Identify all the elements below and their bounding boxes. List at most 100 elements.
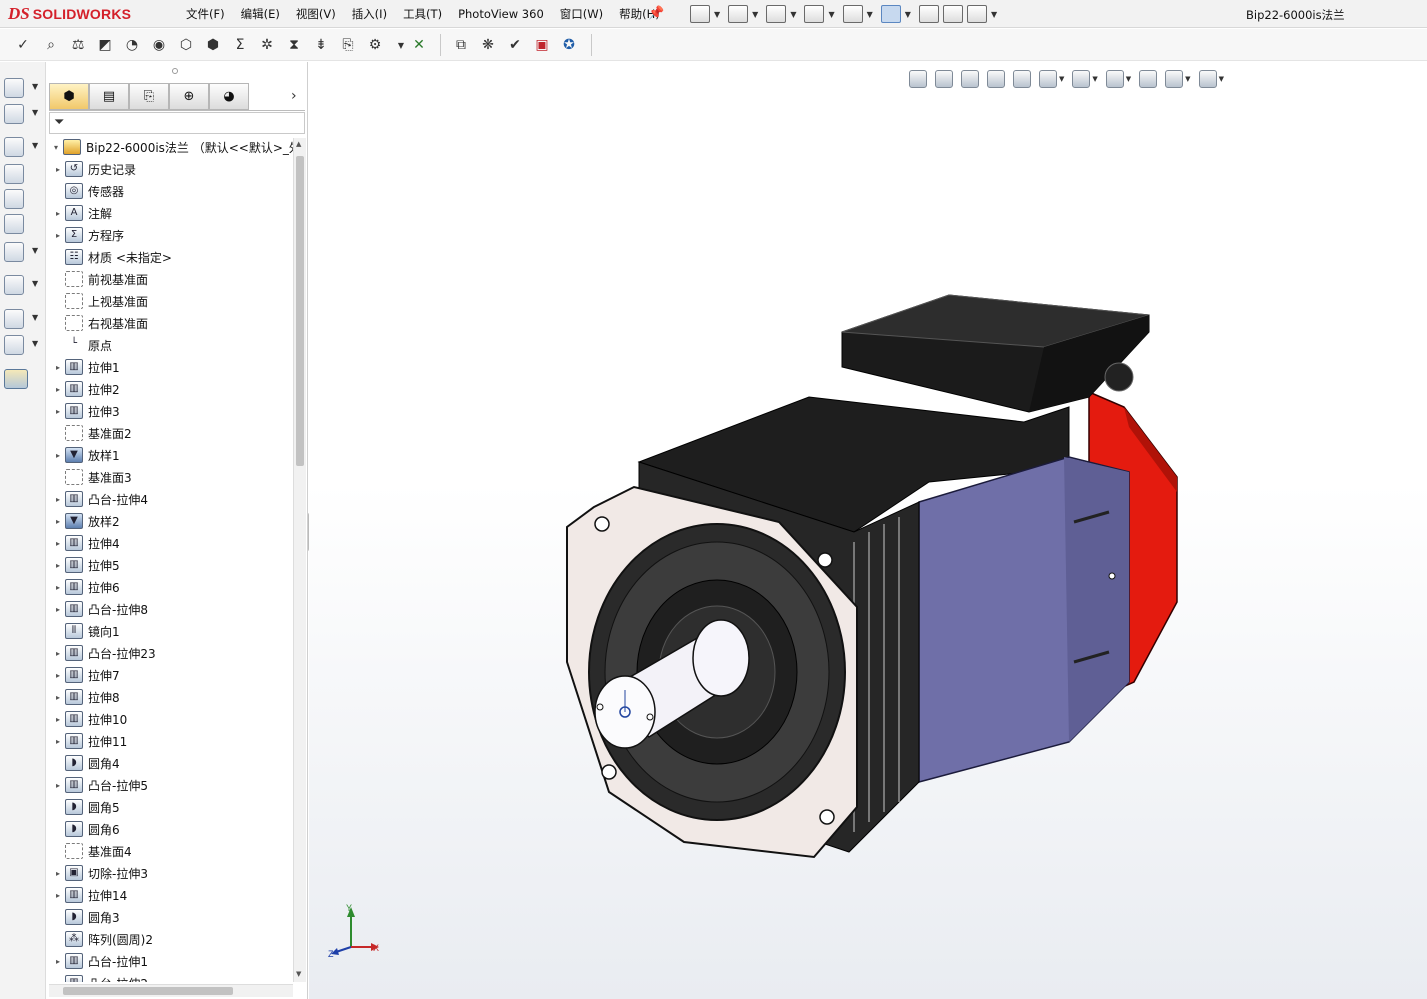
print-icon[interactable] (804, 5, 825, 23)
tree-filter[interactable]: ⏷ (49, 112, 305, 134)
feature-tree-item[interactable]: ◗ 圆角6 (47, 818, 120, 840)
menu-insert[interactable]: 插入(I) (344, 0, 395, 28)
undo-icon[interactable] (842, 5, 863, 23)
expand-caret-icon[interactable]: ▸ (51, 957, 65, 966)
file-properties-icon[interactable] (942, 5, 963, 23)
expand-caret-icon[interactable]: ▸ (51, 517, 65, 526)
expand-caret-icon[interactable]: ▸ (51, 165, 65, 174)
feature-tree-item[interactable]: ▸ ▥ 凸台-拉伸1 (47, 950, 148, 972)
chevron-down-icon[interactable]: ▼ (991, 10, 997, 19)
feature-tree-item[interactable]: ▸ ↺ 历史记录 (47, 158, 136, 180)
motor-model[interactable]: Y X Z (309, 62, 1427, 999)
rebuild-icon[interactable] (918, 5, 939, 23)
expand-caret-icon[interactable]: ▸ (51, 451, 65, 460)
chevron-down-icon[interactable]: ▼ (905, 10, 911, 19)
expand-caret-icon[interactable]: ▸ (51, 781, 65, 790)
feature-tree-item[interactable]: ▸ Σ 方程序 (47, 224, 124, 246)
expand-caret-icon[interactable]: ▸ (51, 385, 65, 394)
feature-tree-item[interactable]: ▸▥ 凸台-拉伸2 (47, 972, 148, 982)
dimxpert-icon[interactable] (4, 275, 24, 295)
chevron-down-icon[interactable]: ▼ (32, 279, 38, 288)
solidworks-logo[interactable]: DS SOLIDWORKS (8, 3, 150, 25)
spell-check-icon[interactable]: ✓ (12, 34, 34, 56)
feature-tree-item[interactable]: 上视基准面 (47, 290, 148, 312)
feature-tree-item[interactable]: ▸ ▥ 凸台-拉伸23 (47, 642, 156, 664)
feature-tree-item[interactable]: ▸ ▥ 拉伸2 (47, 378, 120, 400)
feature-tree-item[interactable]: ⫴ 镜向1 (47, 620, 120, 642)
draft-analysis-icon[interactable]: ⧗ (283, 34, 305, 56)
open-icon[interactable] (728, 5, 749, 23)
features-icon[interactable] (4, 78, 24, 98)
feature-tree-item[interactable]: ▸ ▥ 拉伸4 (47, 532, 120, 554)
expand-caret-icon[interactable]: ▸ (51, 561, 65, 570)
feature-tree-item[interactable]: 基准面3 (47, 466, 132, 488)
chevron-down-icon[interactable]: ▼ (752, 10, 758, 19)
feature-tree-item[interactable]: 前视基准面 (47, 268, 148, 290)
feature-tree-item[interactable]: ▸ ▥ 拉伸11 (47, 730, 127, 752)
chevron-down-icon[interactable]: ▼ (32, 82, 38, 91)
chevron-down-icon[interactable]: ▼ (714, 10, 720, 19)
chevron-down-icon[interactable]: ▼ (32, 246, 38, 255)
graphics-area[interactable]: ▼ ▼ ▼ ▼ ▼ Y X Z (309, 62, 1427, 999)
curves-icon[interactable] (4, 335, 24, 355)
menu-file[interactable]: 文件(F) (178, 0, 233, 28)
feature-tree-item[interactable]: ☷ 材质 <未指定> (47, 246, 172, 268)
feature-tree-item[interactable]: 基准面4 (47, 840, 132, 862)
scrollbar-thumb[interactable] (63, 987, 233, 995)
feature-tree-item[interactable]: ▸ ▥ 凸台-拉伸4 (47, 488, 148, 510)
expand-caret-icon[interactable]: ▸ (51, 539, 65, 548)
feature-tree-item[interactable]: ▸ ▥ 拉伸14 (47, 884, 127, 906)
scroll-up-icon[interactable]: ▲ (296, 140, 301, 148)
tab-display-manager[interactable]: ◕ (209, 83, 249, 110)
expand-caret-icon[interactable]: ▸ (51, 891, 65, 900)
panel-grip-icon[interactable] (172, 68, 178, 74)
feature-tree-item[interactable]: ▸ ▥ 拉伸10 (47, 708, 127, 730)
feature-tree-item[interactable]: ▸ ▣ 切除-拉伸3 (47, 862, 148, 884)
sheet-metal-icon[interactable] (4, 164, 24, 184)
find-icon[interactable]: ⌕ (40, 34, 62, 56)
thickness-analysis-icon[interactable]: ⚙ (364, 34, 386, 56)
chevron-down-icon[interactable]: ▼ (32, 313, 38, 322)
collapse-caret-icon[interactable]: ▾ (49, 143, 63, 152)
chevron-down-icon[interactable]: ▼ (828, 10, 834, 19)
instant3d-icon[interactable] (4, 369, 28, 389)
pin-icon[interactable]: 📌 (648, 6, 664, 21)
geometry-analysis-icon[interactable]: ⬢ (202, 34, 224, 56)
import-diagnostics-icon[interactable]: ✲ (256, 34, 278, 56)
costing-icon[interactable]: ▣ (531, 34, 553, 56)
feature-tree-item[interactable]: ⁂ 阵列(圆周)2 (47, 928, 153, 950)
menu-tools[interactable]: 工具(T) (395, 0, 450, 28)
feature-tree-item[interactable]: ▸ ▥ 凸台-拉伸5 (47, 774, 148, 796)
scrollbar-thumb[interactable] (296, 156, 304, 466)
measure-icon[interactable]: ⚖ (67, 34, 89, 56)
chevron-down-icon[interactable]: ▼ (790, 10, 796, 19)
feature-tree-item[interactable]: ◎ 传感器 (47, 180, 124, 202)
weldments-icon[interactable] (4, 189, 24, 209)
feature-works-icon[interactable]: ✕ (408, 34, 430, 56)
feature-tree-item[interactable]: 基准面2 (47, 422, 132, 444)
expand-caret-icon[interactable]: ▸ (51, 649, 65, 658)
menu-view[interactable]: 视图(V) (288, 0, 344, 28)
expand-caret-icon[interactable]: ▸ (51, 363, 65, 372)
sensor-icon[interactable]: ◉ (148, 34, 170, 56)
feature-tree-item[interactable]: ◗ 圆角4 (47, 752, 120, 774)
compare-documents-icon[interactable]: ⧉ (450, 34, 472, 56)
tab-dimxpert-manager[interactable]: ⊕ (169, 83, 209, 110)
evaluate-icon[interactable] (4, 242, 24, 262)
feature-tree-item[interactable]: ▸ ▥ 凸台-拉伸8 (47, 598, 148, 620)
mass-properties-icon[interactable]: ◩ (94, 34, 116, 56)
expand-caret-icon[interactable]: ▸ (51, 231, 65, 240)
reference-geometry-icon[interactable] (4, 309, 24, 329)
part-root-node[interactable]: ▾ Bip22-6000is法兰 （默认<<默认>_外观 ... (49, 136, 293, 158)
expand-caret-icon[interactable]: ▸ (51, 715, 65, 724)
chevron-down-icon[interactable]: ▼ (867, 10, 873, 19)
tab-feature-tree[interactable]: ⬢ (49, 83, 89, 110)
sketch-icon[interactable] (4, 104, 24, 124)
select-pointer-icon[interactable] (880, 5, 901, 23)
chevron-down-icon[interactable]: ▼ (32, 339, 38, 348)
feature-tree-item[interactable]: ▸ A 注解 (47, 202, 112, 224)
menu-window[interactable]: 窗口(W) (552, 0, 611, 28)
mold-tools-icon[interactable] (4, 214, 24, 234)
parting-line-icon[interactable]: ⎘ (337, 34, 359, 56)
expand-caret-icon[interactable]: ▸ (51, 407, 65, 416)
